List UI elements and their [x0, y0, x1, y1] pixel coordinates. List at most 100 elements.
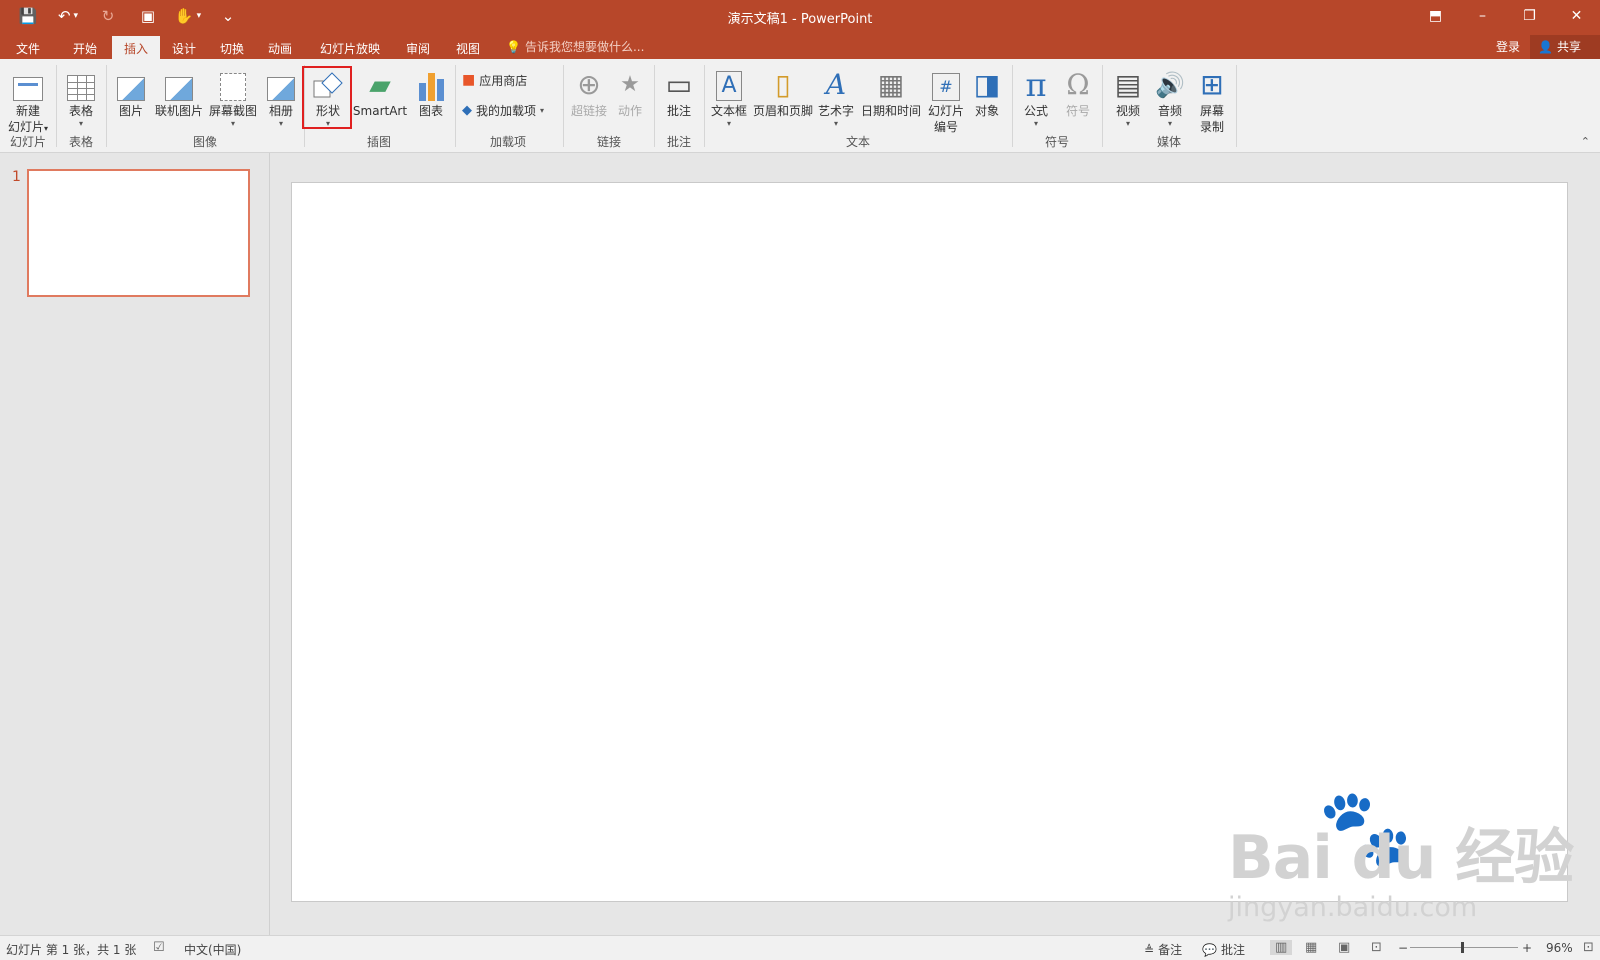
textbox-icon: A — [716, 71, 742, 101]
tab-home[interactable]: 开始 — [61, 36, 109, 59]
wordart-caret-icon: ▾ — [833, 119, 838, 128]
tab-review[interactable]: 审阅 — [394, 36, 442, 59]
zoom-out-button[interactable]: − — [1398, 941, 1408, 955]
equation-caret-icon: ▾ — [1033, 119, 1038, 128]
action-label: 动作 — [617, 104, 642, 118]
watermark-logo-text: Bai du 经验 — [1228, 823, 1574, 893]
screen-recording-label-2: 录制 — [1199, 120, 1224, 134]
comments-button[interactable]: 💬 批注 — [1202, 941, 1245, 958]
group-comments: 批注 — [666, 135, 692, 149]
video-button[interactable]: ▤ 视频 ▾ — [1108, 63, 1148, 129]
separator — [56, 65, 57, 147]
tab-insert[interactable]: 插入 — [112, 36, 161, 59]
lightbulb-icon: 💡 — [506, 40, 521, 54]
share-button[interactable]: 👤 共享 — [1530, 35, 1600, 59]
collapse-ribbon-icon[interactable]: ⌃ — [1581, 135, 1590, 148]
store-label: 应用商店 — [479, 73, 528, 88]
slide-thumbnails-pane: 1 — [0, 153, 270, 935]
share-label: 共享 — [1556, 40, 1581, 54]
photo-album-icon — [267, 77, 295, 101]
object-button[interactable]: ◨ 对象 — [968, 63, 1006, 119]
table-button[interactable]: 表格 ▾ — [60, 63, 102, 129]
slide-number-icon: # — [932, 73, 960, 101]
calendar-icon: ▦ — [877, 68, 905, 101]
group-addins: 加载项 — [489, 135, 527, 149]
tab-animations[interactable]: 动画 — [256, 36, 304, 59]
zoom-slider[interactable] — [1410, 947, 1518, 948]
zoom-level[interactable]: 96% — [1546, 941, 1573, 955]
symbol-button[interactable]: Ω 符号 — [1058, 63, 1098, 119]
online-picture-button[interactable]: 联机图片 — [152, 63, 206, 119]
screenshot-icon — [220, 73, 246, 101]
film-icon: ▤ — [1114, 68, 1142, 101]
status-bar: 幻灯片 第 1 张，共 1 张 ☑ 中文(中国) ≜ 备注 💬 批注 ▥ ▦ ▣ ⊡… — [0, 935, 1600, 960]
header-footer-icon: ▯ — [775, 68, 791, 101]
separator — [1236, 65, 1237, 147]
ribbon-insert: 新建 幻灯片▾ 幻灯片 表格 ▾ 表格 图片 联机图片 屏幕截图 ▾ 相册 ▾ … — [0, 59, 1600, 153]
minimize-icon[interactable]: – — [1459, 0, 1506, 32]
hyperlink-button[interactable]: ⊕ 超链接 — [568, 63, 610, 119]
datetime-button[interactable]: ▦ 日期和时间 — [858, 63, 924, 119]
fit-to-window-icon[interactable]: ⊡ — [1583, 940, 1594, 955]
tab-file[interactable]: 文件 — [4, 36, 52, 59]
group-media: 媒体 — [1156, 135, 1182, 149]
action-icon: ★ — [620, 72, 640, 97]
tab-slideshow[interactable]: 幻灯片放映 — [308, 36, 392, 59]
separator — [704, 65, 705, 147]
restore-icon[interactable]: ❐ — [1506, 0, 1553, 32]
smartart-button[interactable]: ▰ SmartArt — [352, 63, 408, 119]
slide-number-button[interactable]: # 幻灯片 编号 — [924, 63, 968, 135]
close-icon[interactable]: ✕ — [1553, 0, 1600, 32]
my-addins-label: 我的加载项 — [476, 103, 537, 118]
separator — [563, 65, 564, 147]
store-button[interactable]: ■ 应用商店 — [462, 69, 527, 91]
comment-button[interactable]: ▭ 批注 — [658, 63, 700, 119]
slide-thumbnail[interactable] — [27, 169, 250, 297]
table-icon — [67, 75, 95, 101]
audio-button[interactable]: 🔊 音频 ▾ — [1150, 63, 1190, 129]
spell-check-icon[interactable]: ☑ — [153, 940, 165, 955]
comment-icon: ▭ — [665, 68, 693, 101]
object-label: 对象 — [974, 104, 999, 118]
chart-button[interactable]: 图表 — [412, 63, 450, 119]
zoom-slider-thumb[interactable] — [1461, 942, 1464, 953]
object-icon: ◨ — [973, 68, 1001, 101]
tab-view[interactable]: 视图 — [444, 36, 492, 59]
action-button[interactable]: ★ 动作 — [612, 63, 648, 119]
notes-label: 备注 — [1158, 943, 1183, 957]
header-footer-button[interactable]: ▯ 页眉和页脚 — [752, 63, 814, 119]
picture-button[interactable]: 图片 — [112, 63, 150, 119]
reading-view-icon[interactable]: ▣ — [1338, 940, 1350, 955]
table-label: 表格 — [68, 104, 93, 118]
slide-sorter-icon[interactable]: ▦ — [1305, 940, 1317, 955]
vertical-scrollbar[interactable] — [1586, 153, 1600, 935]
new-slide-icon — [13, 77, 43, 101]
equation-button[interactable]: π 公式 ▾ — [1016, 63, 1056, 129]
screenshot-button[interactable]: 屏幕截图 ▾ — [206, 63, 260, 129]
normal-view-icon[interactable]: ▥ — [1270, 940, 1293, 955]
language-indicator[interactable]: 中文(中国) — [184, 941, 241, 958]
textbox-button[interactable]: A 文本框 ▾ — [708, 63, 750, 129]
signin-link[interactable]: 登录 — [1496, 38, 1520, 55]
tab-transitions[interactable]: 切换 — [208, 36, 256, 59]
smartart-icon: ▰ — [369, 68, 391, 101]
speaker-icon: 🔊 — [1155, 71, 1185, 99]
separator — [1012, 65, 1013, 147]
screen-recording-button[interactable]: ⊞ 屏幕 录制 — [1192, 63, 1232, 135]
tell-me-box[interactable]: 💡 告诉我您想要做什么... — [506, 38, 644, 55]
separator — [455, 65, 456, 147]
zoom-in-button[interactable]: + — [1522, 941, 1532, 955]
ribbon-display-options-icon[interactable]: ⬒ — [1412, 0, 1459, 32]
album-button[interactable]: 相册 ▾ — [262, 63, 300, 129]
comment-label: 批注 — [666, 104, 691, 118]
tab-design[interactable]: 设计 — [160, 36, 208, 59]
slideshow-view-icon[interactable]: ⊡ — [1371, 940, 1382, 955]
picture-label: 图片 — [118, 104, 143, 118]
wordart-button[interactable]: A 艺术字 ▾ — [816, 63, 856, 129]
notes-button[interactable]: ≜ 备注 — [1144, 941, 1182, 958]
notes-icon: ≜ — [1144, 943, 1155, 957]
store-icon: ■ — [462, 72, 476, 88]
title-bar: 💾 ↶ ▾ ↻ ▣ ✋ ▾ ⌄ 演示文稿1 - PowerPoint ⬒ – ❐ ✕ — [0, 0, 1600, 32]
new-slide-button[interactable]: 新建 幻灯片▾ — [4, 63, 52, 137]
my-addins-button[interactable]: ◆ 我的加载项 ▾ — [462, 99, 544, 121]
